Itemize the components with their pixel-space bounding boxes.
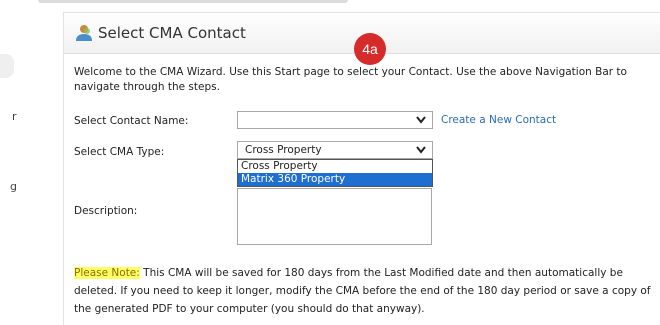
chevron-down-icon <box>416 146 426 154</box>
create-new-contact-link[interactable]: Create a New Contact <box>441 114 556 126</box>
cma-type-label: Select CMA Type: <box>74 146 165 158</box>
contact-name-select[interactable] <box>237 111 433 129</box>
dropdown-option-selected[interactable]: Matrix 360 Property <box>238 173 432 186</box>
cma-type-value: Cross Property <box>245 144 322 156</box>
user-icon <box>74 23 94 43</box>
cma-type-dropdown-list: Cross Property Matrix 360 Property <box>237 159 433 187</box>
chevron-down-icon <box>416 116 426 124</box>
left-text-fragment: r <box>12 110 17 123</box>
note-label: Please Note: <box>74 267 140 279</box>
note-text: This CMA will be saved for 180 days from… <box>74 267 651 315</box>
retention-note: Please Note: This CMA will be saved for … <box>74 264 659 318</box>
page-title: Select CMA Contact <box>98 24 246 42</box>
cma-type-select[interactable]: Cross Property <box>237 141 433 159</box>
top-tab-fragment <box>38 0 348 3</box>
dropdown-option[interactable]: Cross Property <box>238 160 432 173</box>
description-field[interactable] <box>237 188 432 245</box>
cma-contact-panel: Select CMA Contact 4a Welcome to the CMA… <box>63 12 660 325</box>
contact-name-label: Select Contact Name: <box>74 115 189 127</box>
left-text-fragment: g <box>10 180 17 193</box>
description-label: Description: <box>74 205 138 217</box>
left-panel-fragment <box>0 54 14 78</box>
intro-text: Welcome to the CMA Wizard. Use this Star… <box>74 66 627 93</box>
step-badge: 4a <box>354 33 386 65</box>
